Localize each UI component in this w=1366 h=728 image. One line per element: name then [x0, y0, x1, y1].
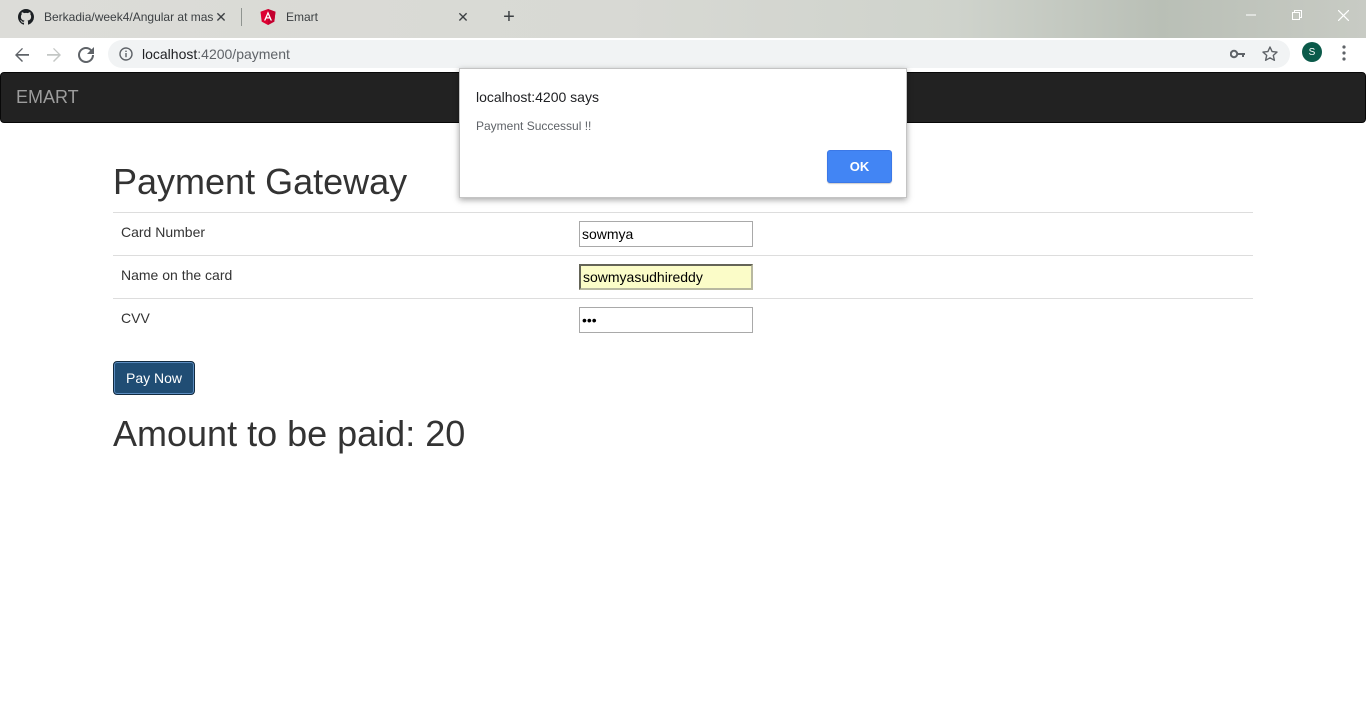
name-on-card-input[interactable]: [579, 264, 753, 290]
page-title: Payment Gateway: [113, 161, 408, 202]
back-arrow-icon[interactable]: [9, 42, 35, 68]
amount-to-pay: Amount to be paid: 20: [113, 413, 466, 454]
table-row: Card Number: [113, 212, 1253, 256]
field-label-name-on-card: Name on the card: [113, 255, 579, 299]
table-row: Name on the card: [113, 255, 1253, 299]
tab-title: Emart: [286, 10, 319, 24]
dialog-message: Payment Successul !!: [476, 119, 592, 133]
github-icon: [18, 9, 34, 25]
reload-icon[interactable]: [73, 42, 99, 68]
window-close-icon[interactable]: [1320, 0, 1366, 30]
browser-toolbar: localhost:4200/payment S: [0, 38, 1366, 72]
tab-emart[interactable]: Emart ✕: [242, 0, 481, 34]
plus-icon[interactable]: +: [497, 6, 521, 28]
close-icon[interactable]: ✕: [213, 9, 229, 25]
key-icon[interactable]: [1229, 46, 1247, 62]
address-bar[interactable]: localhost:4200/payment: [108, 40, 1290, 68]
close-icon[interactable]: ✕: [455, 9, 471, 25]
brand-link[interactable]: EMART: [16, 87, 79, 108]
forward-arrow-icon[interactable]: [41, 42, 67, 68]
url-host: localhost: [142, 46, 198, 62]
star-icon[interactable]: [1261, 45, 1279, 63]
pay-now-button[interactable]: Pay Now: [113, 361, 195, 395]
input-cell: [579, 212, 1253, 256]
field-label-card-number: Card Number: [113, 212, 579, 256]
table-row: CVV: [113, 298, 1253, 342]
info-icon[interactable]: [119, 47, 133, 61]
payment-form-table: Card Number Name on the card CVV: [113, 212, 1253, 342]
card-number-input[interactable]: [579, 221, 753, 247]
more-vert-icon[interactable]: [1336, 43, 1352, 63]
input-cell: [579, 255, 1253, 299]
ok-button[interactable]: OK: [827, 150, 892, 183]
tab-github[interactable]: Berkadia/week4/Angular at master ✕: [0, 0, 239, 34]
cvv-input[interactable]: [579, 307, 753, 333]
url-path: :4200/payment: [197, 46, 290, 62]
url-text: localhost:4200/payment: [142, 46, 290, 62]
minimize-icon[interactable]: [1228, 0, 1274, 30]
angular-icon: [260, 9, 276, 25]
dialog-title: localhost:4200 says: [476, 89, 599, 105]
browser-tabstrip: Berkadia/week4/Angular at master ✕ Emart…: [0, 0, 1366, 38]
input-cell: [579, 298, 1253, 342]
restore-icon[interactable]: [1274, 0, 1320, 30]
alert-dialog: localhost:4200 says Payment Successul !!…: [459, 68, 907, 198]
tab-title: Berkadia/week4/Angular at master: [44, 10, 213, 24]
field-label-cvv: CVV: [113, 298, 579, 342]
profile-avatar[interactable]: S: [1302, 42, 1322, 62]
